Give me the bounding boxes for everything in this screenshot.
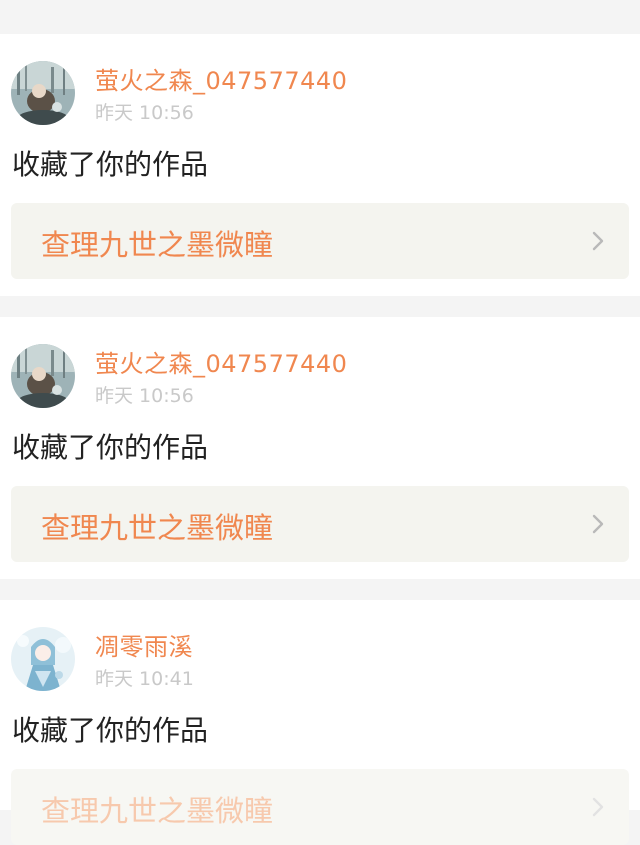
username[interactable]: 萤火之森_047577440 (95, 344, 347, 379)
timestamp: 昨天 10:56 (95, 102, 194, 124)
work-link-button[interactable]: 查理九世之墨微瞳 (11, 769, 629, 845)
chevron-right-icon (592, 797, 604, 821)
notification-card: 萤火之森_047577440 昨天 10:56 收藏了你的作品 查理九世之墨微瞳 (0, 317, 640, 579)
username[interactable]: 萤火之森_047577440 (95, 61, 347, 96)
work-title: 查理九世之墨微瞳 (41, 794, 274, 828)
user-avatar-icon[interactable] (11, 61, 75, 125)
work-link-button[interactable]: 查理九世之墨微瞳 (11, 203, 629, 279)
timestamp: 昨天 10:41 (95, 668, 194, 690)
timestamp: 昨天 10:56 (95, 385, 194, 407)
chevron-right-icon (592, 231, 604, 255)
user-avatar-icon[interactable] (11, 344, 75, 408)
chevron-right-icon (592, 514, 604, 538)
user-avatar-icon[interactable] (11, 627, 75, 691)
notification-feed: 萤火之森_047577440 昨天 10:56 收藏了你的作品 查理九世之墨微瞳 (0, 0, 640, 845)
action-text: 收藏了你的作品 (12, 714, 209, 747)
work-title: 查理九世之墨微瞳 (41, 228, 274, 262)
notification-card: 凋零雨溪 昨天 10:41 收藏了你的作品 查理九世之墨微瞳 (0, 600, 640, 845)
action-text: 收藏了你的作品 (12, 431, 209, 464)
notification-card: 萤火之森_047577440 昨天 10:56 收藏了你的作品 查理九世之墨微瞳 (0, 34, 640, 296)
work-link-button[interactable]: 查理九世之墨微瞳 (11, 486, 629, 562)
work-title: 查理九世之墨微瞳 (41, 511, 274, 545)
action-text: 收藏了你的作品 (12, 148, 209, 181)
username[interactable]: 凋零雨溪 (95, 627, 193, 662)
